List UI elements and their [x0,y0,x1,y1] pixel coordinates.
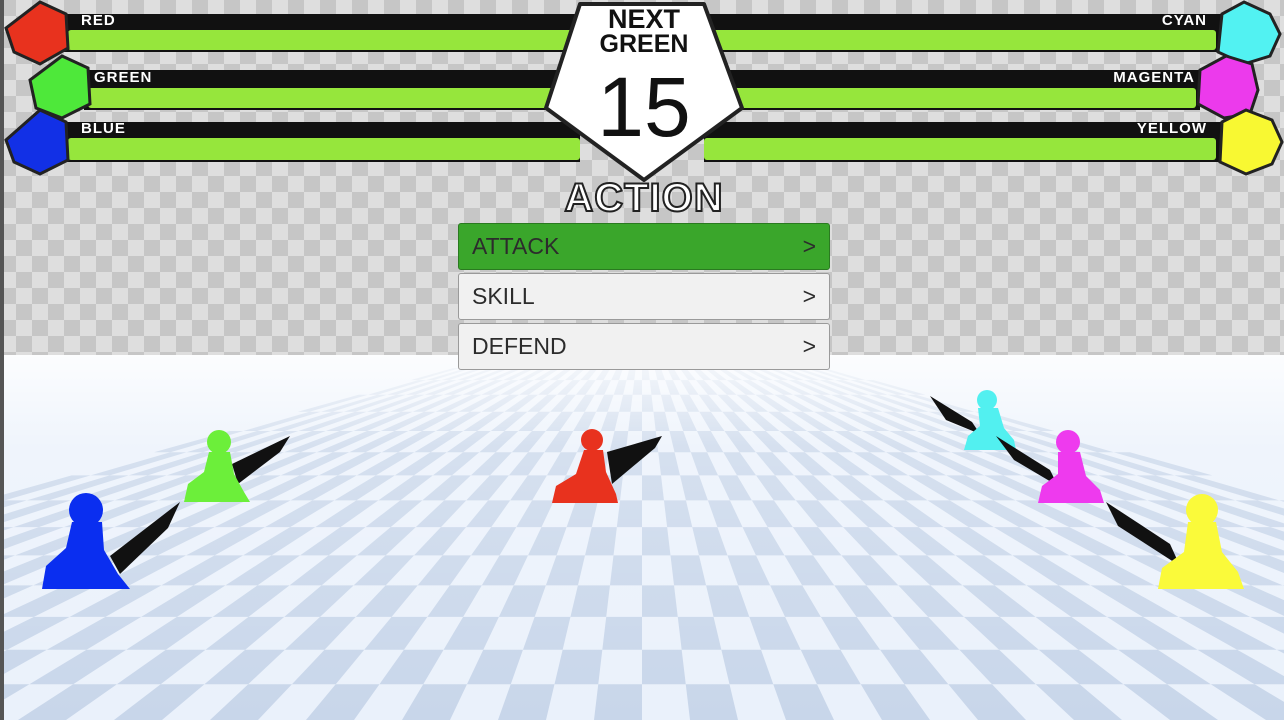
hp-bar-green [28,54,570,120]
magenta-gem-icon [1196,54,1260,120]
cyan-gem-icon [1216,0,1282,66]
yellow-gem-icon [1218,108,1284,176]
turn-counter: 15 [597,60,691,154]
green-gem-icon [28,54,92,120]
chevron-right-icon: > [802,333,816,359]
next-unit-name: GREEN [599,30,689,58]
defend-label: DEFEND [472,333,567,359]
red-gem-icon [4,0,70,66]
attack-label: ATTACK [472,233,560,259]
defend-button[interactable]: DEFEND > [458,323,830,370]
next-label: NEXT [607,4,680,34]
hp-bar-magenta [714,54,1260,120]
skill-label: SKILL [472,283,535,309]
skill-button[interactable]: SKILL > [458,273,830,320]
chevron-right-icon: > [802,283,816,309]
unit-name-blue: BLUE [81,120,126,137]
chevron-right-icon: > [802,233,816,259]
unit-name-green: GREEN [94,69,153,86]
unit-name-red: RED [81,12,116,29]
unit-name-magenta: MAGENTA [1113,69,1195,86]
attack-button[interactable]: ATTACK > [458,223,830,270]
unit-name-cyan: CYAN [1161,12,1207,29]
unit-name-yellow: YELLOW [1136,120,1207,137]
blue-gem-icon [4,108,70,176]
action-menu-title: ACTION [563,175,724,221]
